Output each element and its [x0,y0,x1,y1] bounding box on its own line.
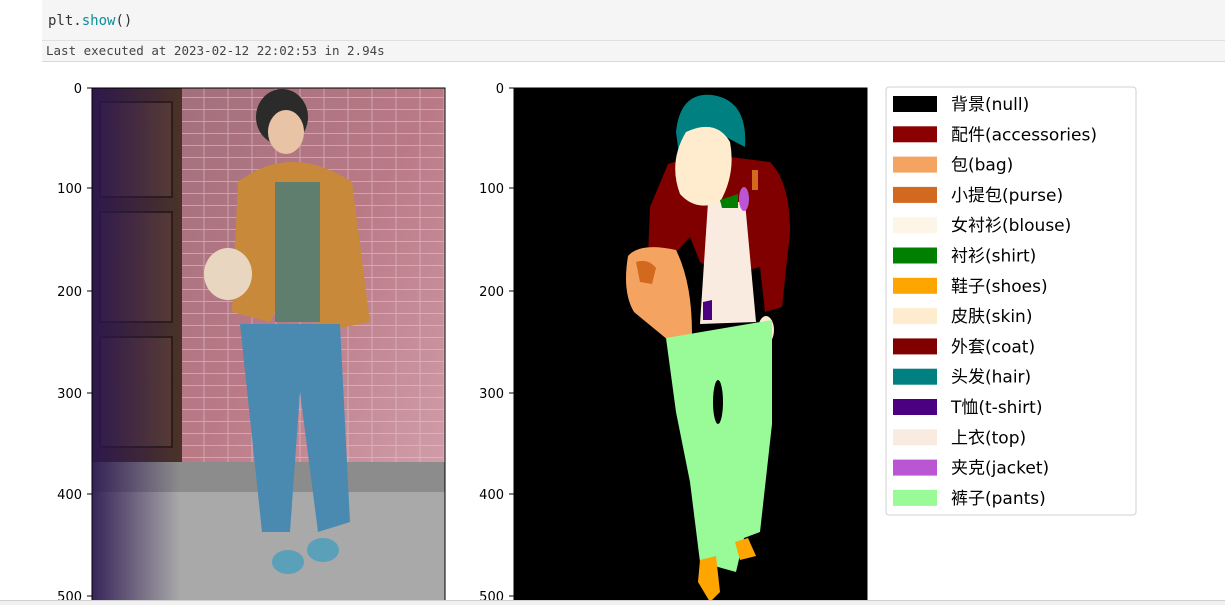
legend-entry: 外套(coat) [893,337,1035,357]
cell-output: 0 100 200 300 400 500 0 100 200 300 400 … [0,62,1225,605]
legend-frame [885,86,1137,516]
output-bottom-divider [0,600,1225,605]
mask-y-tick: 100 [479,182,504,197]
legend-entry: 配件(accessories) [893,125,1097,145]
legend-entry: 裤子(pants) [893,489,1046,509]
legend-swatch [893,338,937,355]
legend-entry: 衬衫(shirt) [893,247,1036,267]
legend-entry: 小提包(purse) [893,186,1063,206]
execution-status-bar: Last executed at 2023-02-12 22:02:53 in … [42,41,1225,62]
legend-swatch [893,489,937,506]
legend-swatch [893,126,937,143]
legend-label: 配件(accessories) [951,125,1097,145]
mask-y-tick: 0 [496,82,504,97]
legend-entry: 皮肤(skin) [893,307,1032,327]
legend-label: 上衣(top) [951,428,1026,448]
legend-swatch [893,277,937,294]
legend-swatch [893,186,937,203]
mask-y-tick: 500 [479,590,504,600]
legend-label: 鞋子(shoes) [951,277,1048,297]
code-line[interactable]: plt.show() [48,13,132,29]
legend-entry: 夹克(jacket) [893,459,1049,479]
photo-y-tick: 0 [74,82,82,97]
legend-entry: 上衣(top) [893,428,1026,448]
photo-y-tick: 200 [57,285,82,300]
legend-label: 女衬衫(blouse) [951,216,1071,236]
legend-entry: 背景(null) [893,95,1029,115]
legend-swatch [893,368,937,385]
figure: 0 100 200 300 400 500 0 100 200 300 400 … [57,82,1137,605]
legend-swatch [893,429,937,446]
legend-entry: 头发(hair) [893,368,1031,388]
photo-y-tick: 500 [57,590,82,600]
photo-y-tick: 400 [57,488,82,503]
legend-label: 衬衫(shirt) [951,247,1036,267]
photo-y-tick: 100 [57,182,82,197]
legend-swatch [893,399,937,415]
legend-label: 包(bag) [951,156,1013,176]
legend-label: T恤(t-shirt) [950,398,1042,418]
photo-y-tick: 300 [57,387,82,402]
code-object: plt. [48,13,82,29]
legend-swatch [893,156,937,173]
legend-entry: T恤(t-shirt) [893,398,1042,418]
legend-swatch [893,247,937,264]
segmentation-mask-image [514,88,867,602]
mask-y-tick: 200 [479,285,504,300]
legend-label: 外套(coat) [951,337,1035,357]
photo-image [92,88,445,600]
legend-swatch [893,459,937,476]
mask-y-tick: 400 [479,488,504,503]
legend-label: 背景(null) [951,95,1029,115]
legend: 背景(null) 配件(accessories) 包(bag) 小提包(purse) 女… [885,86,1137,516]
legend-swatch [893,217,937,234]
legend-label: 头发(hair) [951,368,1031,388]
legend-label: 夹克(jacket) [951,459,1049,479]
legend-entry: 鞋子(shoes) [893,277,1048,297]
code-cell-input[interactable]: plt.show() [42,0,1225,41]
legend-entry: 女衬衫(blouse) [893,216,1071,236]
legend-swatch [893,308,937,325]
legend-swatch [893,96,937,112]
mask-y-axis: 0 100 200 300 400 500 [479,82,514,605]
execution-status-text: Last executed at 2023-02-12 22:02:53 in … [46,43,385,58]
legend-label: 小提包(purse) [951,186,1063,206]
code-function: show [81,13,116,29]
photo-y-axis: 0 100 200 300 400 500 [57,82,92,605]
legend-label: 皮肤(skin) [951,307,1032,327]
code-parens: () [115,13,133,29]
legend-label: 裤子(pants) [951,489,1046,509]
mask-y-tick: 300 [479,387,504,402]
